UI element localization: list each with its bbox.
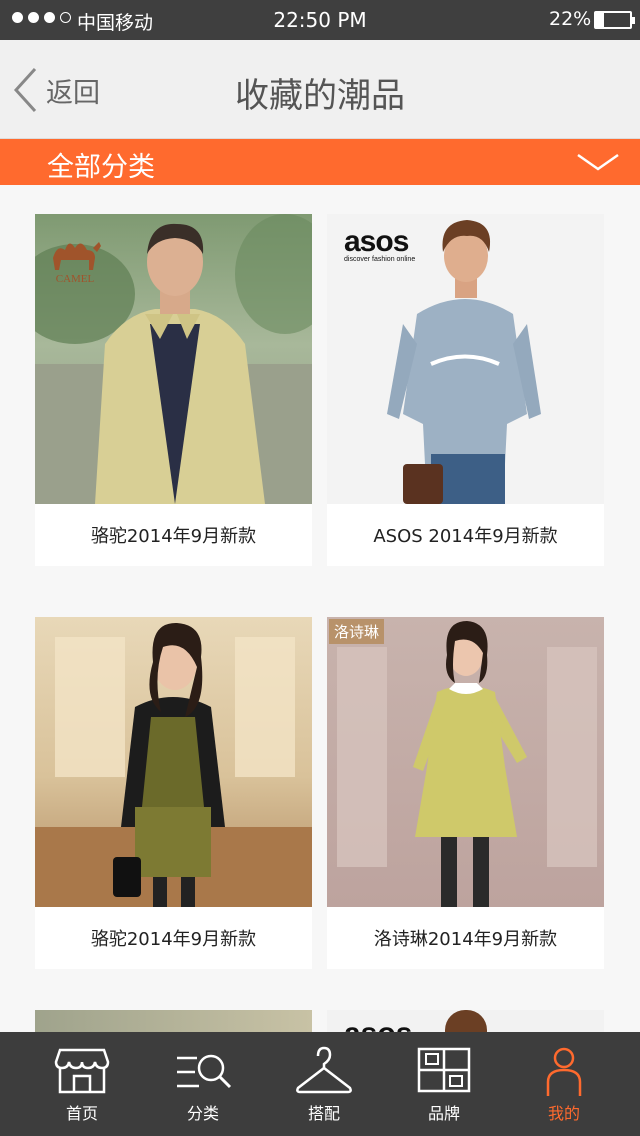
page-title: 收藏的潮品 — [235, 76, 405, 116]
category-label: 全部分类 — [47, 152, 155, 183]
asos-logo: asos — [344, 1019, 412, 1033]
chevron-down-icon — [577, 153, 619, 171]
product-caption: 洛诗琳2014年9月新款 — [373, 929, 558, 950]
product-caption: 骆驼2014年9月新款 — [90, 929, 257, 950]
battery-percent: 22% — [549, 8, 592, 30]
product-card[interactable]: asos discover fashion online ASOS 2014年9… — [327, 214, 604, 566]
category-filter-bar[interactable]: 全部分类 — [0, 139, 640, 185]
store-icon — [54, 1048, 110, 1094]
battery-icon — [594, 11, 635, 29]
product-card[interactable]: 骆驼2014年9月新款 — [35, 617, 312, 969]
navigation-bar: 返回 收藏的潮品 — [0, 40, 640, 139]
tab-category[interactable]: 分类 — [143, 1032, 263, 1136]
product-card[interactable] — [35, 1010, 312, 1032]
tab-label: 分类 — [186, 1104, 219, 1123]
person-icon — [546, 1047, 582, 1096]
product-image: 洛诗琳 — [327, 617, 604, 907]
tab-home[interactable]: 首页 — [22, 1032, 142, 1136]
product-image: asos discover fashion online — [327, 214, 604, 504]
product-caption: ASOS 2014年9月新款 — [373, 526, 558, 547]
tab-bar: 首页 分类 搭配 品牌 我的 — [0, 1032, 640, 1136]
product-card[interactable]: asos — [327, 1010, 604, 1032]
brand-grid-icon — [417, 1047, 471, 1093]
product-card[interactable]: CAMEL 骆驼2014年9月新款 — [35, 214, 312, 566]
status-bar: 中国移动 22:50 PM 22% — [0, 0, 640, 40]
clock: 22:50 PM — [273, 8, 367, 32]
product-image — [445, 1010, 487, 1032]
brand-logo-badge: 洛诗琳 — [329, 619, 385, 644]
asos-logo: asos discover fashion online — [344, 225, 416, 264]
tab-label: 搭配 — [307, 1104, 340, 1123]
tab-label: 品牌 — [427, 1104, 460, 1123]
product-caption: 骆驼2014年9月新款 — [90, 526, 257, 547]
tab-label: 首页 — [65, 1104, 98, 1123]
product-grid: CAMEL 骆驼2014年9月新款 asos discover fashion … — [0, 185, 640, 1032]
product-card[interactable]: 洛诗琳 洛诗琳2014年9月新款 — [327, 617, 604, 969]
tab-label: 我的 — [547, 1104, 580, 1123]
brand-logo-text: CAMEL — [56, 273, 95, 284]
tab-mine[interactable]: 我的 — [504, 1032, 624, 1136]
camel-logo-icon: CAMEL — [53, 242, 101, 284]
hanger-icon — [296, 1046, 352, 1094]
product-image — [35, 617, 312, 907]
tab-outfit[interactable]: 搭配 — [264, 1032, 384, 1136]
search-list-icon — [177, 1054, 232, 1089]
tab-brand[interactable]: 品牌 — [384, 1032, 504, 1136]
product-image: CAMEL — [35, 214, 312, 504]
